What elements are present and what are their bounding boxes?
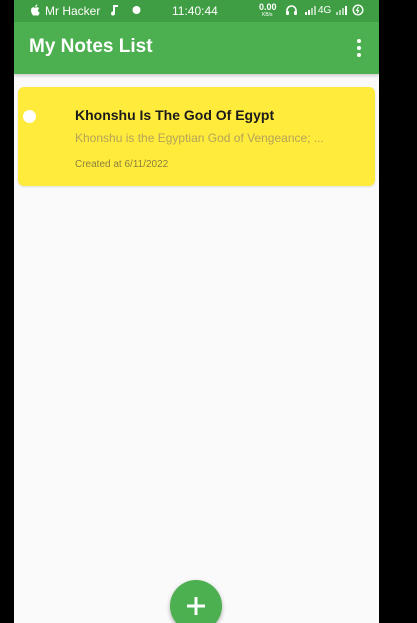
status-bar: Mr Hacker 11:40:44 0.00 KB/s 4G bbox=[14, 0, 379, 22]
note-title: Khonshu Is The God Of Egypt bbox=[75, 107, 275, 123]
phone-screen: Mr Hacker 11:40:44 0.00 KB/s 4G My Notes… bbox=[14, 0, 379, 623]
battery-icon bbox=[352, 4, 364, 19]
app-bar: My Notes List bbox=[14, 22, 379, 74]
network-type: 4G bbox=[318, 5, 332, 16]
headphones-icon bbox=[285, 4, 298, 19]
signal-icon-secondary bbox=[336, 4, 347, 19]
music-note-icon bbox=[110, 4, 119, 19]
apple-icon bbox=[30, 4, 41, 19]
signal-icon bbox=[305, 4, 317, 19]
more-vertical-icon-dot bbox=[357, 53, 361, 57]
plus-icon bbox=[187, 597, 205, 615]
add-note-button[interactable] bbox=[170, 580, 222, 623]
network-speed-value: 0.00 bbox=[259, 2, 277, 12]
note-preview: Khonshu is the Egyptian God of Vengeance… bbox=[75, 131, 324, 145]
page-title: My Notes List bbox=[29, 36, 153, 57]
note-card[interactable]: Khonshu Is The God Of Egypt Khonshu is t… bbox=[18, 87, 375, 186]
more-options-button[interactable] bbox=[349, 37, 369, 59]
network-speed-unit: KB/s bbox=[262, 12, 273, 18]
more-vertical-icon bbox=[357, 39, 361, 43]
note-created-date: Created at 6/11/2022 bbox=[75, 159, 169, 170]
more-vertical-icon-dot bbox=[357, 46, 361, 50]
status-time: 11:40:44 bbox=[172, 4, 218, 18]
note-dot-icon bbox=[23, 110, 36, 123]
record-dot-icon bbox=[132, 4, 141, 19]
carrier-name: Mr Hacker bbox=[45, 4, 101, 18]
